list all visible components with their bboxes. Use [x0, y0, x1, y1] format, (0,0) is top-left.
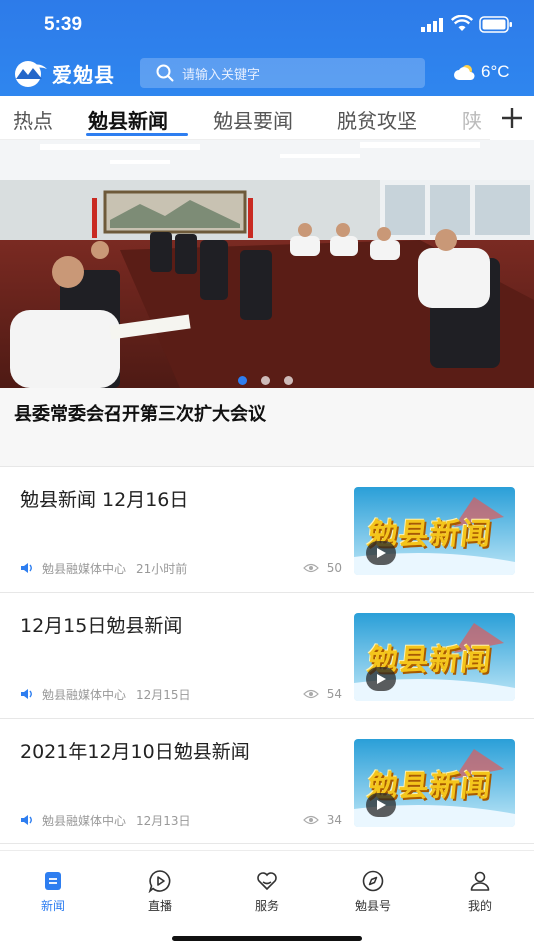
app-logo[interactable]: 爱勉县: [12, 59, 115, 88]
carousel-dots: [238, 376, 293, 385]
battery-icon: [479, 16, 512, 33]
news-title: 2021年12月10日勉县新闻: [20, 741, 250, 763]
tabbar-label: 我的: [467, 899, 492, 913]
news-time: 12月15日: [136, 687, 191, 702]
carousel-dot-2[interactable]: [261, 376, 270, 385]
speaker-icon: [21, 689, 32, 699]
view-count: 50: [302, 561, 342, 575]
carousel-dot-1[interactable]: [238, 376, 247, 385]
news-item[interactable]: 12月15日勉县新闻 勉县融媒体中心 12月15日 54 勉县新闻: [0, 592, 534, 718]
play-button[interactable]: [366, 793, 396, 817]
active-tab-indicator: [86, 133, 188, 136]
tabbar-item-news[interactable]: 新闻: [13, 869, 93, 914]
tab-poverty-alleviation[interactable]: 脱贫攻坚: [337, 105, 417, 134]
tabbar-item-live[interactable]: 直播: [120, 869, 200, 914]
carousel-dot-3[interactable]: [284, 376, 293, 385]
search-icon: [156, 64, 174, 82]
view-count: 34: [302, 813, 342, 827]
compass-icon: [362, 870, 384, 892]
plus-icon: [502, 108, 522, 128]
app-name: 爱勉县: [52, 63, 115, 87]
status-time: 5:39: [44, 14, 83, 35]
app-bar: 爱勉县 请输入关键字 6°C: [0, 50, 534, 96]
view-count-value: 50: [326, 561, 342, 575]
eye-icon: [302, 815, 319, 825]
add-channel-button[interactable]: [490, 96, 534, 140]
speaker-icon: [21, 815, 32, 825]
banner-caption[interactable]: 县委常委会召开第三次扩大会议: [0, 388, 534, 466]
view-count-value: 34: [326, 813, 342, 827]
video-thumbnail[interactable]: 勉县新闻: [354, 613, 515, 701]
video-thumbnail[interactable]: 勉县新闻: [354, 739, 515, 827]
news-list: 勉县新闻 12月16日 勉县融媒体中心 21小时前 50 勉县新闻 12月15日: [0, 466, 534, 844]
news-source: 勉县融媒体中心: [42, 561, 127, 576]
play-icon: [377, 548, 386, 558]
play-icon: [377, 674, 386, 684]
news-item[interactable]: 勉县新闻 12月16日 勉县融媒体中心 21小时前 50 勉县新闻: [0, 466, 534, 592]
news-meta: 勉县融媒体中心 12月15日 54: [20, 686, 342, 702]
play-button[interactable]: [366, 541, 396, 565]
news-title: 12月15日勉县新闻: [20, 615, 183, 637]
news-meta: 勉县融媒体中心 12月13日 34: [20, 812, 342, 828]
news-icon: [45, 872, 61, 890]
search-input[interactable]: 请输入关键字: [140, 58, 425, 88]
tab-hot[interactable]: 热点: [13, 105, 53, 134]
play-icon: [377, 800, 386, 810]
profile-icon: [470, 871, 490, 891]
tabbar-item-service[interactable]: 服务: [227, 869, 307, 914]
banner-carousel[interactable]: [0, 140, 534, 388]
mountain-logo-icon: [15, 60, 47, 87]
tab-mianxian-headlines[interactable]: 勉县要闻: [213, 105, 293, 134]
status-bar: 5:39: [0, 0, 534, 46]
speaker-icon: [21, 563, 32, 573]
header: 5:39 爱勉县 请输入关键字 6°C: [0, 0, 534, 96]
weather[interactable]: 6°C: [453, 62, 510, 82]
tabbar-label: 勉县号: [354, 899, 391, 913]
banner-image: [0, 140, 534, 388]
eye-icon: [302, 563, 319, 573]
signal-icon: [421, 18, 443, 32]
temperature: 6°C: [481, 62, 510, 81]
live-icon: [148, 870, 171, 893]
news-source: 勉县融媒体中心: [42, 813, 127, 828]
tab-shaanxi[interactable]: 陕: [462, 105, 482, 134]
tabbar-label: 新闻: [40, 899, 65, 913]
view-count: 54: [302, 687, 342, 701]
tab-mianxian-news[interactable]: 勉县新闻: [88, 105, 168, 134]
tabbar-label: 直播: [147, 899, 172, 913]
news-time: 12月13日: [136, 813, 191, 828]
news-time: 21小时前: [136, 561, 188, 576]
search-placeholder: 请输入关键字: [182, 67, 261, 83]
bottom-tab-bar: 新闻 直播 服务 勉县号 我的: [0, 850, 534, 950]
home-indicator[interactable]: [172, 936, 362, 941]
view-count-value: 54: [326, 687, 342, 701]
service-icon: [257, 872, 277, 891]
cloud-icon: [454, 64, 475, 80]
category-tabs: 热点 勉县新闻 勉县要闻 脱贫攻坚 陕: [0, 96, 534, 140]
play-button[interactable]: [366, 667, 396, 691]
eye-icon: [302, 689, 319, 699]
wifi-icon: [451, 15, 473, 31]
news-item[interactable]: 2021年12月10日勉县新闻 勉县融媒体中心 12月13日 34 勉县新闻: [0, 718, 534, 844]
tabbar-item-profile[interactable]: 我的: [440, 869, 520, 914]
video-thumbnail[interactable]: 勉县新闻: [354, 487, 515, 575]
news-meta: 勉县融媒体中心 21小时前 50: [20, 560, 342, 576]
news-source: 勉县融媒体中心: [42, 687, 127, 702]
tabbar-item-mianxian-account[interactable]: 勉县号: [333, 869, 413, 914]
tabbar-label: 服务: [254, 899, 279, 913]
news-title: 勉县新闻 12月16日: [20, 489, 189, 511]
